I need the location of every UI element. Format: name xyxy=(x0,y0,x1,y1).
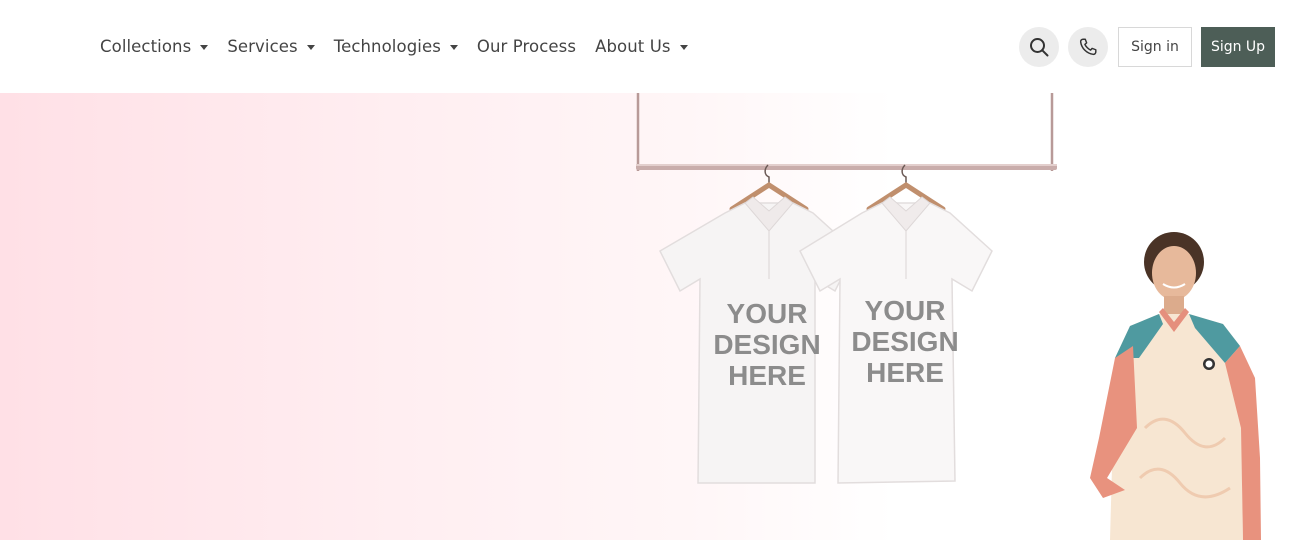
nav-item-technologies[interactable]: Technologies xyxy=(334,37,458,56)
sign-up-button[interactable]: Sign Up xyxy=(1201,27,1275,67)
search-icon xyxy=(1030,38,1049,57)
shirt-right-text-line2: DESIGN xyxy=(851,326,958,357)
nav-item-label: Technologies xyxy=(333,37,441,56)
caret-down-icon xyxy=(679,45,688,50)
nav-item-collections[interactable]: Collections xyxy=(100,37,209,56)
caret-down-icon xyxy=(449,45,458,50)
nav-item-about-us[interactable]: About Us xyxy=(595,37,688,56)
nav-item-label: About Us xyxy=(595,37,671,56)
nav-item-label: Our Process xyxy=(476,37,577,56)
phone-icon xyxy=(1079,38,1097,56)
main-nav: Collections Services Technologies Our Pr… xyxy=(100,0,707,93)
shirt-right-text-line1: YOUR xyxy=(865,295,946,326)
phone-button[interactable] xyxy=(1068,27,1108,67)
model-image xyxy=(1090,232,1261,540)
shirt-left-text-line1: YOUR xyxy=(727,298,808,329)
nav-item-our-process[interactable]: Our Process xyxy=(477,37,576,56)
nav-item-label: Services xyxy=(227,37,298,56)
header-actions: Sign in Sign Up xyxy=(1019,27,1275,67)
polo-shirts-image: YOUR DESIGN HERE YOUR DESIGN HERE xyxy=(659,164,993,484)
shirt-right-text-line3: HERE xyxy=(866,357,944,388)
sign-in-button[interactable]: Sign in xyxy=(1118,27,1192,67)
site-header: Collections Services Technologies Our Pr… xyxy=(0,0,1316,93)
shirt-left-text-line3: HERE xyxy=(728,360,806,391)
shirt-left-text-line2: DESIGN xyxy=(713,329,820,360)
nav-item-label: Collections xyxy=(100,37,192,56)
caret-down-icon xyxy=(200,45,209,50)
caret-down-icon xyxy=(306,45,315,50)
search-button[interactable] xyxy=(1019,27,1059,67)
nav-item-services[interactable]: Services xyxy=(227,37,315,56)
hero-banner: YOUR DESIGN HERE YOUR DESIGN HERE xyxy=(0,93,1316,540)
